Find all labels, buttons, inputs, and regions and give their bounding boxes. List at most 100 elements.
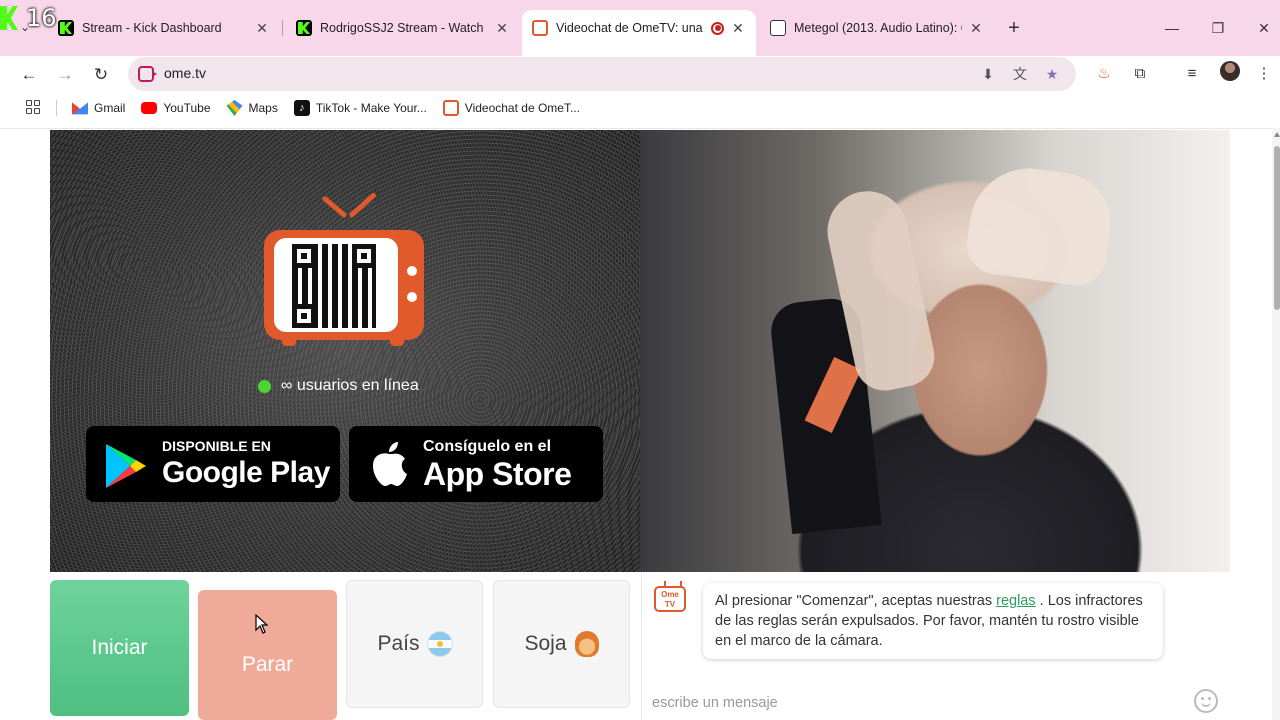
country-label: País	[377, 632, 420, 655]
emoji-picker-icon[interactable]	[1194, 689, 1218, 713]
qr-eye	[352, 244, 376, 268]
stop-button[interactable]: Parar	[198, 590, 337, 720]
bookmark-label: TikTok - Make Your...	[315, 101, 427, 115]
maps-icon	[226, 100, 243, 116]
bookmark-tiktok[interactable]: ♪ TikTok - Make Your...	[293, 100, 427, 116]
kick-icon	[58, 20, 74, 36]
woman-emoji-icon	[574, 631, 599, 657]
ometv-icon	[442, 100, 459, 116]
tab-ometv[interactable]: Videochat de OmeTV: una alternativa ✕	[522, 10, 756, 56]
online-status-dot	[258, 379, 271, 393]
google-play-small-text: DISPONIBLE EN	[162, 438, 271, 454]
google-play-icon	[106, 444, 146, 488]
close-icon[interactable]: ✕	[968, 20, 984, 37]
ometv-qr-tv-logo	[264, 191, 426, 346]
start-button-label: Iniciar	[91, 636, 148, 659]
browser-toolbar: ← → ↻ ome.tv ⬇ 文 ★ ♨ ⧉ ≡ ⋮	[0, 56, 1280, 94]
tv-knob-bottom	[407, 292, 417, 302]
app-store-big-text: App Store	[423, 456, 572, 492]
message-input[interactable]	[652, 692, 1182, 714]
static-noise-background	[50, 130, 640, 572]
tab-kick-dashboard[interactable]: Stream - Kick Dashboard ✕	[48, 10, 280, 46]
qr-eye	[292, 244, 316, 268]
extensions-puzzle-icon[interactable]: ⧉	[1126, 60, 1154, 88]
extension-fire-icon[interactable]: ♨	[1090, 60, 1118, 88]
site-info-icon[interactable]	[138, 66, 157, 82]
country-selector[interactable]: País	[346, 580, 483, 708]
close-icon[interactable]: ✕	[494, 20, 510, 37]
google-play-button[interactable]: DISPONIBLE EN Google Play	[86, 426, 340, 502]
tab-title: RodrigoSSJ2 Stream - Watch Live	[320, 21, 488, 35]
bookmarks-bar: Gmail YouTube Maps ♪ TikTok - Make Your.…	[0, 94, 1280, 122]
tiktok-icon: ♪	[293, 100, 310, 116]
tv-foot-left	[282, 338, 296, 346]
ometv-chat-logo: Ome TV	[654, 586, 686, 612]
tab-title: Videochat de OmeTV: una alternativa	[556, 21, 705, 35]
tab-search-chevron-icon[interactable]: ⌄	[20, 20, 30, 34]
tab-strip: 16 ⌄ Stream - Kick Dashboard ✕ RodrigoSS…	[0, 0, 1280, 56]
self-camera-video	[640, 130, 1230, 572]
close-window-button[interactable]: ✕	[1250, 14, 1278, 42]
reload-button[interactable]: ↻	[86, 60, 116, 90]
tv-foot-right	[390, 338, 404, 346]
start-button[interactable]: Iniciar	[50, 580, 189, 716]
stranger-video-panel: ∞ usuarios en línea DISPONIBLE EN Google…	[50, 130, 640, 572]
stop-button-label: Parar	[241, 653, 294, 676]
system-message-bubble: Al presionar "Comenzar", aceptas nuestra…	[703, 583, 1163, 659]
message-text-before: Al presionar "Comenzar", aceptas nuestra…	[715, 593, 993, 609]
chat-panel: Ome TV Al presionar "Comenzar", aceptas …	[641, 572, 1230, 720]
hand-shape	[963, 160, 1117, 290]
app-store-button[interactable]: Consíguelo en el App Store	[349, 426, 603, 502]
gender-selector[interactable]: Soja	[493, 580, 630, 708]
ometv-icon	[532, 20, 548, 36]
menu-kebab-icon[interactable]: ⋮	[1250, 60, 1278, 88]
url-text: ome.tv	[164, 65, 207, 81]
google-play-big-text: Google Play	[162, 456, 330, 489]
scrollbar-thumb[interactable]	[1274, 146, 1280, 310]
bookmark-label: Maps	[248, 101, 278, 115]
scroll-up-arrow-icon[interactable]	[1274, 132, 1280, 137]
close-icon[interactable]: ✕	[254, 20, 270, 37]
address-bar[interactable]: ome.tv ⬇ 文 ★	[128, 57, 1076, 91]
bookmark-maps[interactable]: Maps	[226, 100, 278, 116]
forward-button[interactable]: →	[50, 60, 80, 90]
bookmark-ometv[interactable]: Videochat de OmeT...	[442, 100, 580, 116]
ometv-page: ∞ usuarios en línea DISPONIBLE EN Google…	[0, 128, 1280, 720]
tab-divider	[282, 20, 283, 36]
gender-label: Soja	[524, 632, 567, 655]
profile-avatar[interactable]	[1220, 61, 1240, 81]
bookmarks-divider	[56, 100, 57, 116]
minimize-button[interactable]: —	[1158, 14, 1186, 42]
install-app-icon[interactable]: ⬇	[978, 64, 998, 84]
new-tab-button[interactable]: +	[1004, 16, 1024, 40]
qr-eye	[292, 304, 316, 328]
media-controls-icon[interactable]: ≡	[1178, 60, 1206, 88]
close-icon[interactable]: ✕	[730, 20, 746, 37]
online-users-indicator: ∞ usuarios en línea	[258, 377, 419, 395]
apple-icon	[373, 442, 407, 486]
bookmark-label: YouTube	[163, 101, 211, 115]
restore-button[interactable]: ❐	[1204, 14, 1232, 42]
tab-metegol[interactable]: Metegol (2013. Audio Latino): Cine ✕	[760, 10, 994, 46]
tab-title: Metegol (2013. Audio Latino): Cine	[794, 21, 962, 35]
kick-logo-icon	[0, 6, 18, 30]
bookmark-gmail[interactable]: Gmail	[72, 100, 125, 116]
tab-title: Stream - Kick Dashboard	[82, 21, 222, 35]
back-button[interactable]: ←	[14, 60, 44, 90]
metegol-icon	[770, 20, 786, 36]
recording-icon	[711, 21, 724, 35]
argentina-flag-icon	[427, 632, 452, 656]
tab-rodrigo-stream[interactable]: RodrigoSSJ2 Stream - Watch Live ✕	[286, 10, 520, 46]
online-users-text: ∞ usuarios en línea	[281, 377, 419, 394]
bookmark-youtube[interactable]: YouTube	[141, 101, 211, 115]
app-store-small-text: Consíguelo en el	[423, 438, 552, 455]
rules-link[interactable]: reglas	[996, 593, 1036, 609]
qr-code-icon[interactable]	[292, 244, 376, 328]
translate-icon[interactable]: 文	[1010, 64, 1030, 84]
apps-grid-icon[interactable]	[26, 100, 40, 114]
bookmark-label: Gmail	[94, 101, 126, 115]
bookmark-star-icon[interactable]: ★	[1042, 64, 1062, 84]
kick-icon	[296, 20, 312, 36]
bookmark-label: Videochat de OmeT...	[464, 101, 580, 115]
youtube-icon	[141, 102, 158, 114]
